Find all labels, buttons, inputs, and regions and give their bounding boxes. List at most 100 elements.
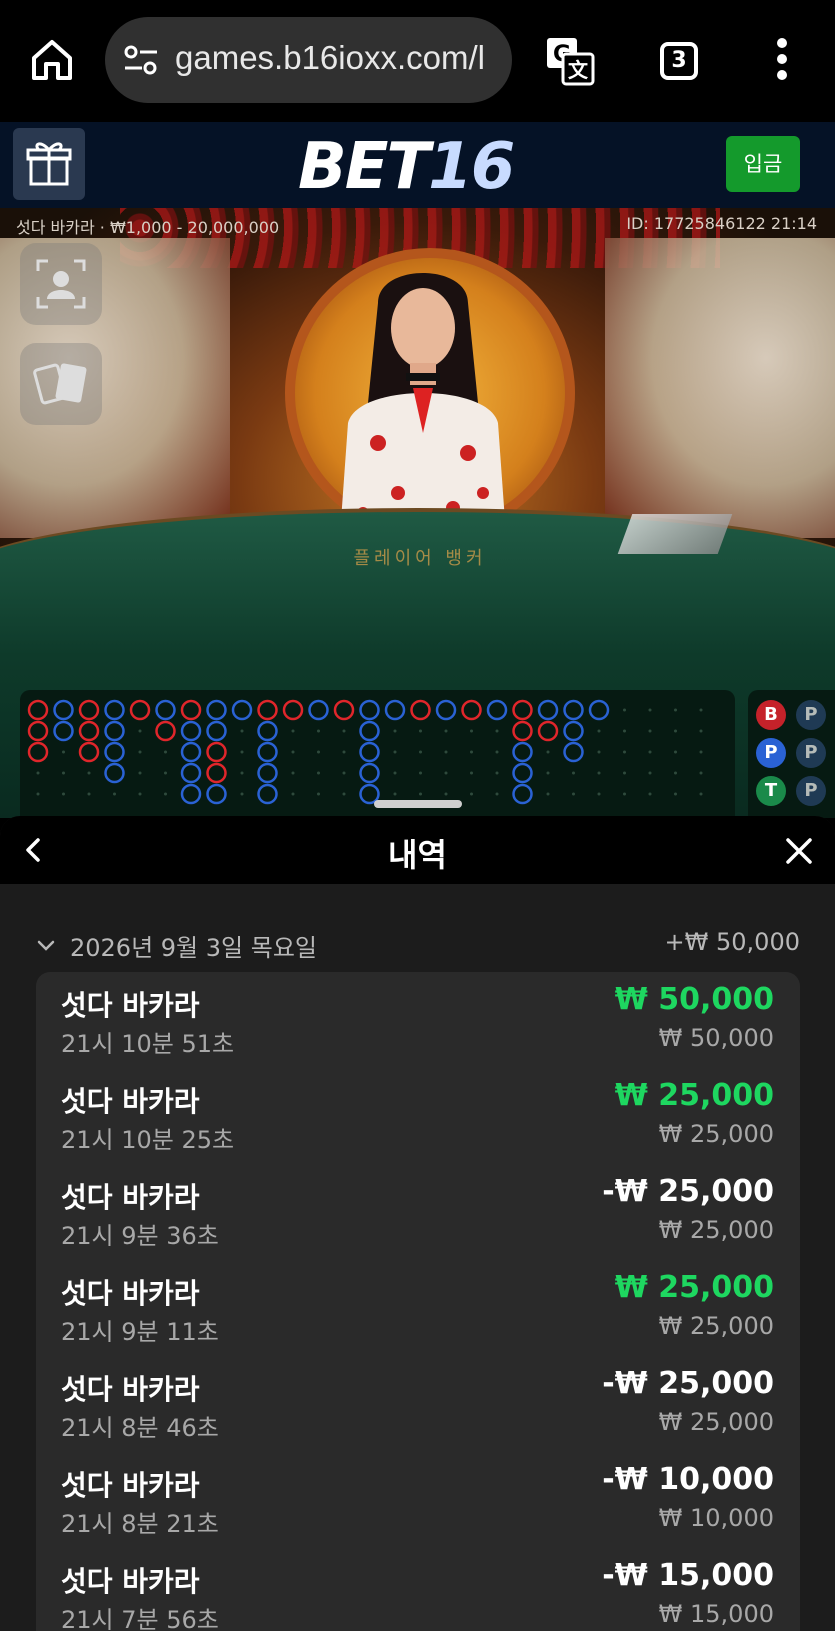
close-icon[interactable] [784, 836, 814, 866]
address-bar[interactable]: games.b16ioxx.com/l [105, 17, 512, 103]
empty-bead [164, 792, 167, 796]
prediction-pill: P [756, 738, 786, 768]
site-header: BET16 입금 [0, 122, 835, 210]
round-time: 21시 8분 46초 [61, 1414, 219, 1442]
history-sheet: 내역 2026년 9월 3일 목요일 +₩ 50,000 섯다 바카라 21시 … [0, 816, 835, 1631]
banker-bead [78, 741, 100, 763]
date-total: +₩ 50,000 [664, 928, 800, 956]
cards-view-button[interactable] [20, 343, 102, 425]
roadmap-predictions[interactable]: B P P P T P [748, 690, 835, 818]
player-bead [563, 741, 584, 763]
history-row[interactable]: 섯다 바카라 21시 7분 56초 -₩ 15,000 ₩ 15,000 [36, 1548, 800, 1631]
game-name: 섯다 바카라 [61, 1565, 200, 1598]
bet-amount: ₩ 25,000 [658, 1408, 774, 1436]
history-row[interactable]: 섯다 바카라 21시 9분 36초 -₩ 25,000 ₩ 25,000 [36, 1164, 800, 1260]
more-menu-icon[interactable] [770, 38, 794, 84]
empty-bead [648, 771, 652, 775]
empty-bead [317, 750, 320, 754]
cards-icon [33, 363, 87, 405]
date-group-header[interactable]: 2026년 9월 3일 목요일 +₩ 50,000 [34, 928, 800, 968]
empty-bead [495, 792, 499, 796]
banker-bead [512, 699, 533, 721]
empty-bead [62, 792, 65, 796]
game-name: 섯다 바카라 [61, 1373, 200, 1406]
empty-bead [623, 792, 626, 796]
empty-bead [674, 729, 677, 733]
empty-bead [393, 729, 397, 733]
player-bead [104, 741, 125, 763]
player-bead [537, 699, 559, 721]
player-bead [53, 720, 74, 742]
prediction-pill: P [796, 776, 826, 806]
player-bead [206, 783, 227, 805]
prediction-pill: P [796, 700, 826, 730]
roadmap-grid [27, 699, 703, 805]
empty-bead [470, 771, 473, 775]
prediction-pill: T [756, 776, 786, 806]
banker-bead [537, 720, 559, 742]
empty-bead [699, 708, 703, 712]
player-bead [308, 699, 329, 721]
empty-bead [240, 792, 244, 796]
history-row[interactable]: 섯다 바카라 21시 10분 25초 ₩ 25,000 ₩ 25,000 [36, 1068, 800, 1164]
history-row[interactable]: 섯다 바카라 21시 8분 21초 -₩ 10,000 ₩ 10,000 [36, 1452, 800, 1548]
site-logo[interactable]: BET16 [298, 130, 515, 204]
empty-bead [164, 750, 167, 754]
player-bead [206, 699, 227, 721]
history-row[interactable]: 섯다 바카라 21시 8분 46초 -₩ 25,000 ₩ 25,000 [36, 1356, 800, 1452]
sheet-title: 내역 [388, 836, 447, 874]
result-amount: -₩ 10,000 [602, 1462, 774, 1497]
banker-bead [512, 720, 533, 742]
deposit-button[interactable]: 입금 [726, 136, 800, 192]
round-time: 21시 10분 25초 [61, 1126, 235, 1154]
bet-amount: ₩ 10,000 [658, 1504, 774, 1532]
player-bead [359, 720, 380, 742]
bet-amount: ₩ 15,000 [658, 1600, 774, 1628]
player-bead [180, 741, 202, 763]
result-amount: -₩ 25,000 [602, 1366, 774, 1401]
site-info-icon[interactable] [123, 43, 159, 77]
empty-bead [597, 792, 601, 796]
tab-switcher-button[interactable]: 3 [660, 42, 698, 80]
home-icon[interactable] [28, 36, 76, 84]
player-bead [257, 720, 278, 742]
empty-bead [674, 750, 677, 754]
bead-roadmap[interactable] [20, 690, 735, 818]
camera-icon [36, 259, 86, 309]
banker-bead [333, 699, 355, 721]
camera-view-button[interactable] [20, 243, 102, 325]
empty-bead [36, 771, 40, 775]
empty-bead [419, 729, 422, 733]
empty-bead [240, 771, 244, 775]
svg-text:文: 文 [568, 58, 589, 82]
history-row[interactable]: 섯다 바카라 21시 9분 11초 ₩ 25,000 ₩ 25,000 [36, 1260, 800, 1356]
url-text[interactable]: games.b16ioxx.com/l [175, 39, 505, 77]
empty-bead [342, 792, 346, 796]
banker-bead [155, 720, 176, 742]
empty-bead [470, 729, 473, 733]
player-bead [53, 699, 74, 721]
sheet-drag-handle[interactable] [374, 800, 462, 808]
empty-bead [444, 792, 448, 796]
empty-bead [495, 750, 499, 754]
empty-bead [291, 792, 295, 796]
right-backdrop [605, 238, 835, 538]
gift-button[interactable] [13, 128, 85, 200]
empty-bead [699, 729, 703, 733]
prediction-pill: B [756, 700, 786, 730]
player-bead [563, 720, 584, 742]
translate-icon[interactable]: G 文 [545, 36, 595, 86]
card-shoe [617, 514, 733, 554]
empty-bead [138, 729, 142, 733]
player-bead [512, 741, 533, 763]
game-round-id: ID: 17725846122 21:14 [626, 214, 817, 233]
history-row[interactable]: 섯다 바카라 21시 10분 51초 ₩ 50,000 ₩ 50,000 [36, 972, 800, 1068]
banker-bead [78, 699, 100, 721]
player-bead [206, 720, 227, 742]
empty-bead [674, 792, 677, 796]
prediction-pill: P [796, 738, 826, 768]
banker-bead [410, 699, 431, 721]
banker-bead [27, 720, 49, 742]
empty-bead [317, 729, 320, 733]
empty-bead [36, 792, 40, 796]
